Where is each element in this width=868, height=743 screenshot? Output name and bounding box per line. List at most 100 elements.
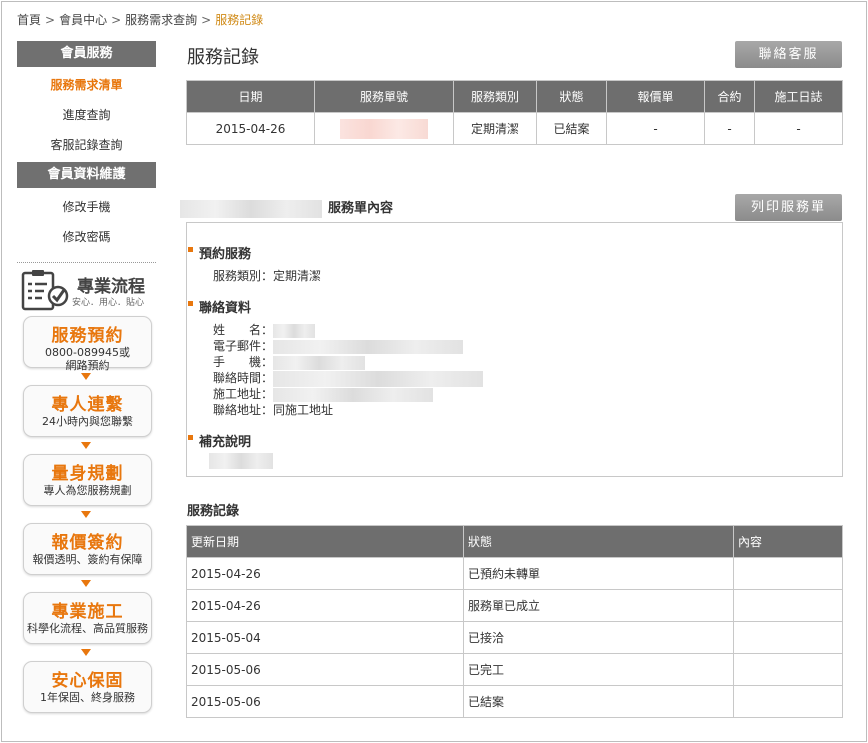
record-date: 2015-04-26	[186, 589, 464, 622]
redacted-order-no	[340, 118, 428, 139]
redacted-note	[209, 453, 273, 469]
record-content	[733, 589, 843, 622]
flow-step-construction: 專業施工 科學化流程、高品質服務	[23, 592, 152, 644]
flow-step-title: 服務預約	[51, 326, 124, 346]
arrow-down-icon	[81, 580, 91, 587]
redacted-order-id	[180, 199, 322, 218]
sidebar-item-progress[interactable]: 進度查詢	[17, 100, 156, 130]
col-record-content: 內容	[733, 525, 843, 558]
table-row: 2015-05-06 已結案	[186, 685, 843, 718]
record-date: 2015-04-26	[186, 557, 464, 590]
booking-category-line: 服務類別：定期清潔	[213, 267, 321, 284]
col-category: 服務類別	[453, 80, 537, 113]
sidebar-item-service-list[interactable]: 服務需求清單	[17, 70, 156, 100]
flow-step-quote: 報價簽約 報價透明、簽約有保障	[23, 523, 152, 575]
col-contract: 合約	[704, 80, 755, 113]
contact-email-label: 電子郵件：	[213, 339, 274, 353]
breadcrumb-separator: >	[45, 13, 56, 27]
record-content	[733, 557, 843, 590]
record-status: 已預約未轉單	[463, 557, 734, 590]
flow-step-title: 報價簽約	[51, 533, 124, 553]
breadcrumb-member-center[interactable]: 會員中心	[59, 13, 107, 27]
booking-category-value: 定期清潔	[273, 269, 322, 283]
arrow-down-icon	[81, 442, 91, 449]
arrow-down-icon	[81, 649, 91, 656]
record-status: 服務單已成立	[463, 589, 734, 622]
breadcrumb-home[interactable]: 首頁	[17, 13, 41, 27]
row-log: -	[754, 112, 843, 145]
contact-address-line: 聯絡地址：同施工地址	[213, 401, 333, 418]
contact-address-value: 同施工地址	[273, 403, 334, 417]
note-heading: 補充說明	[187, 431, 251, 450]
print-order-button[interactable]: 列印服務單	[735, 194, 842, 221]
record-content	[733, 685, 843, 718]
redacted-email	[273, 339, 464, 354]
record-content	[733, 621, 843, 654]
record-date: 2015-05-04	[186, 621, 464, 654]
col-quote: 報價單	[606, 80, 705, 113]
record-date: 2015-05-06	[186, 685, 464, 718]
row-category: 定期清潔	[453, 112, 537, 145]
flow-step-desc: 24小時內與您聯繫	[42, 415, 133, 428]
records-title: 服務記錄	[187, 504, 240, 519]
sidebar-item-change-phone[interactable]: 修改手機	[17, 192, 156, 222]
booking-category-label: 服務類別：	[213, 269, 274, 283]
breadcrumb-separator: >	[201, 13, 212, 27]
table-header-row: 日期 服務單號 服務類別 狀態 報價單 合約 施工日誌	[186, 80, 843, 113]
redacted-name	[273, 323, 316, 338]
flow-step-warranty: 安心保固 1年保固、終身服務	[23, 661, 152, 713]
col-status: 狀態	[536, 80, 607, 113]
records-table: 更新日期 狀態 內容 2015-04-26 已預約未轉單 2015-04-26 …	[186, 525, 843, 718]
contact-email-line: 電子郵件：	[213, 337, 464, 354]
arrow-down-icon	[81, 511, 91, 518]
sidebar-item-cs-records[interactable]: 客服記錄查詢	[17, 130, 156, 160]
flow-step-desc: 0800-089945或	[45, 346, 130, 359]
contact-site-line: 施工地址：	[213, 385, 434, 402]
note-line	[209, 453, 273, 469]
table-row: 2015-04-26 定期清潔 已結案 - - -	[186, 112, 843, 145]
flow-step-title: 專業施工	[51, 602, 124, 622]
row-date: 2015-04-26	[186, 112, 315, 145]
breadcrumb-current: 服務記錄	[215, 13, 264, 27]
flow-step-desc: 1年保固、終身服務	[40, 691, 135, 704]
redacted-site-address	[273, 387, 434, 402]
flow-step-contact: 專人連繫 24小時內與您聯繫	[23, 385, 152, 437]
order-content-box: 預約服務 服務類別：定期清潔 聯絡資料 姓 名： 電子郵件： 手 機： 聯絡時間…	[186, 222, 843, 477]
breadcrumb-separator: >	[111, 13, 122, 27]
summary-table: 日期 服務單號 服務類別 狀態 報價單 合約 施工日誌 2015-04-26 定…	[186, 80, 843, 145]
arrow-down-icon	[81, 373, 91, 380]
flow-banner: 專業流程 安心．用心．貼心	[20, 268, 156, 312]
order-content-title: 服務單內容	[328, 201, 394, 216]
contact-site-label: 施工地址：	[213, 387, 274, 401]
table-header-row: 更新日期 狀態 內容	[186, 525, 843, 558]
record-status: 已完工	[463, 653, 734, 686]
contact-phone-label: 手 機：	[213, 355, 274, 369]
row-status: 已結案	[536, 112, 607, 145]
flow-step-planning: 量身規劃 專人為您服務規劃	[23, 454, 152, 506]
breadcrumb-service-query[interactable]: 服務需求查詢	[125, 13, 197, 27]
sidebar-member-service-header: 會員服務	[17, 41, 156, 67]
flow-step-booking: 服務預約 0800-089945或 網路預約	[23, 316, 152, 372]
row-quote: -	[606, 112, 705, 145]
contact-time-line: 聯絡時間：	[213, 369, 484, 387]
row-order-no[interactable]	[314, 112, 454, 145]
contact-heading: 聯絡資料	[187, 297, 251, 316]
record-status: 已結案	[463, 685, 734, 718]
flow-step-desc: 網路預約	[65, 359, 110, 372]
col-update-date: 更新日期	[186, 525, 464, 558]
record-content	[733, 653, 843, 686]
checklist-icon	[21, 270, 69, 311]
booking-heading: 預約服務	[187, 243, 251, 262]
table-row: 2015-05-06 已完工	[186, 653, 843, 686]
contact-name-label: 姓 名：	[213, 323, 274, 337]
contact-cs-button[interactable]: 聯絡客服	[735, 41, 842, 68]
flow-title: 專業流程	[77, 277, 145, 297]
record-status: 已接洽	[463, 621, 734, 654]
flow-step-desc: 報價透明、簽約有保障	[32, 553, 143, 566]
table-row: 2015-04-26 服務單已成立	[186, 589, 843, 622]
sidebar-member-data-header: 會員資料維護	[17, 162, 156, 188]
sidebar-item-change-password[interactable]: 修改密碼	[17, 222, 156, 252]
contact-address-label: 聯絡地址：	[213, 403, 274, 417]
row-contract: -	[704, 112, 755, 145]
table-row: 2015-04-26 已預約未轉單	[186, 557, 843, 590]
